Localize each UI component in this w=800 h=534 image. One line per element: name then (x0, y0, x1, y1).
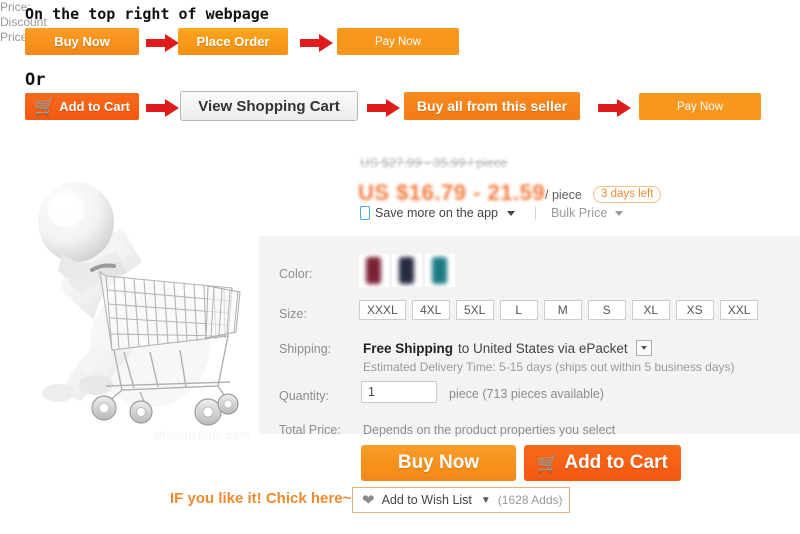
right-arrow-icon-4 (367, 98, 401, 118)
flow-button-pay-now-1[interactable]: Pay Now (337, 28, 459, 55)
color-swatch-0[interactable] (359, 254, 389, 287)
size-option-l[interactable]: L (499, 300, 538, 320)
flow-button-place-order[interactable]: Place Order (178, 28, 288, 55)
right-arrow-icon-5 (598, 98, 632, 118)
size-option-xl[interactable]: XL (631, 300, 670, 320)
save-on-app-label: Save more on the app (375, 206, 498, 220)
buy-now-button-label: Buy Now (397, 452, 480, 473)
flow-button-pay-now-2[interactable]: Pay Now (639, 93, 761, 120)
add-to-cart-button-label: Add to Cart (564, 452, 668, 473)
add-to-wish-list-control[interactable]: ❤ Add to Wish List ▼ (1628 Adds) (352, 487, 570, 513)
flow-button-add-to-cart[interactable]: 🛒 Add to Cart (25, 93, 139, 120)
size-option-xxxl[interactable]: XXXL (359, 300, 406, 320)
instruction-heading-or: Or (25, 70, 46, 90)
quantity-label: Quantity: (279, 389, 330, 403)
size-option-5xl[interactable]: 5XL (455, 300, 494, 320)
shipping-dropdown-toggle[interactable] (635, 340, 652, 356)
right-arrow-icon-1 (146, 33, 180, 53)
flow-button-view-shopping-cart-label: View Shopping Cart (198, 97, 340, 115)
product-image (0, 140, 262, 450)
chevron-down-icon-bulk (614, 211, 623, 216)
shipping-free-text: Free Shipping (363, 340, 454, 356)
bulk-price-link[interactable]: Bulk Price (551, 206, 623, 220)
chevron-down-icon-app (507, 210, 515, 216)
color-swatch-1[interactable] (392, 254, 422, 287)
color-label: Color: (279, 267, 313, 281)
flow-button-buy-all-from-seller[interactable]: Buy all from this seller (404, 92, 580, 120)
size-option-s[interactable]: S (587, 300, 626, 320)
size-label: Size: (279, 307, 307, 321)
flow-button-buy-now-label: Buy Now (54, 34, 110, 49)
add-to-cart-button[interactable]: 🛒 Add to Cart (524, 445, 681, 481)
right-arrow-icon-3 (146, 98, 180, 118)
size-option-xxl[interactable]: XXL (719, 300, 759, 320)
price-divider (535, 206, 536, 220)
size-option-4xl[interactable]: 4XL (411, 300, 450, 320)
flow-button-add-to-cart-label: Add to Cart (59, 99, 130, 114)
mobile-phone-icon (360, 206, 370, 220)
size-option-xs[interactable]: XS (675, 300, 714, 320)
instruction-heading-top: On the top right of webpage (25, 5, 269, 23)
shipping-eta: Estimated Delivery Time: 5-15 days (ship… (363, 360, 735, 374)
bulk-price-label: Bulk Price (551, 206, 608, 220)
save-on-app-link[interactable]: Save more on the app (360, 206, 515, 220)
flow-button-place-order-label: Place Order (196, 34, 270, 49)
shipping-destination-text: to United States via ePacket (458, 340, 628, 356)
quantity-input[interactable] (361, 381, 437, 403)
wishlist-annotation: IF you like it! Chick here~ (170, 490, 352, 507)
quantity-stock-note: piece (713 pieces available) (449, 387, 604, 401)
flow-button-view-shopping-cart[interactable]: View Shopping Cart (180, 91, 358, 121)
discount-price-value: US $16.79 - 21.59 (358, 180, 546, 205)
chevron-down-icon-wishlist[interactable]: ▼ (481, 495, 491, 506)
size-option-list: XXXL 4XL 5XL L M S XL XS XXL (359, 300, 759, 320)
color-swatch-2[interactable] (425, 254, 455, 287)
cart-icon-main: 🛒 (537, 453, 559, 473)
original-price-value: US $27.99 - 35.99 / piece (360, 155, 508, 170)
days-left-badge: 3 days left (593, 186, 662, 203)
heart-icon: ❤ (362, 491, 375, 509)
price-unit: / piece (545, 188, 582, 202)
flow-button-pay-now-1-label: Pay Now (374, 35, 422, 48)
shipping-value: Free Shipping to United States via ePack… (363, 340, 652, 356)
right-arrow-icon-2 (300, 33, 334, 53)
product-options-panel: Color: Size: XXXL 4XL 5XL L M S XL XS XX… (259, 236, 800, 437)
wishlist-label: Add to Wish List (381, 493, 472, 507)
flow-button-pay-now-2-label: Pay Now (676, 100, 724, 113)
size-option-m[interactable]: M (543, 300, 582, 320)
total-price-label: Total Price: (279, 423, 341, 437)
shipping-label: Shipping: (279, 342, 332, 356)
wishlist-count: (1628 Adds) (497, 493, 563, 507)
color-swatch-list (359, 254, 455, 287)
total-price-note: Depends on the product properties you se… (363, 423, 616, 437)
flow-button-buy-all-from-seller-label: Buy all from this seller (416, 98, 568, 114)
flow-button-buy-now[interactable]: Buy Now (25, 28, 139, 55)
buy-now-button[interactable]: Buy Now (361, 445, 516, 481)
cart-icon-flow: 🛒 (34, 97, 56, 116)
image-watermark: dreamstime.com (155, 428, 251, 442)
